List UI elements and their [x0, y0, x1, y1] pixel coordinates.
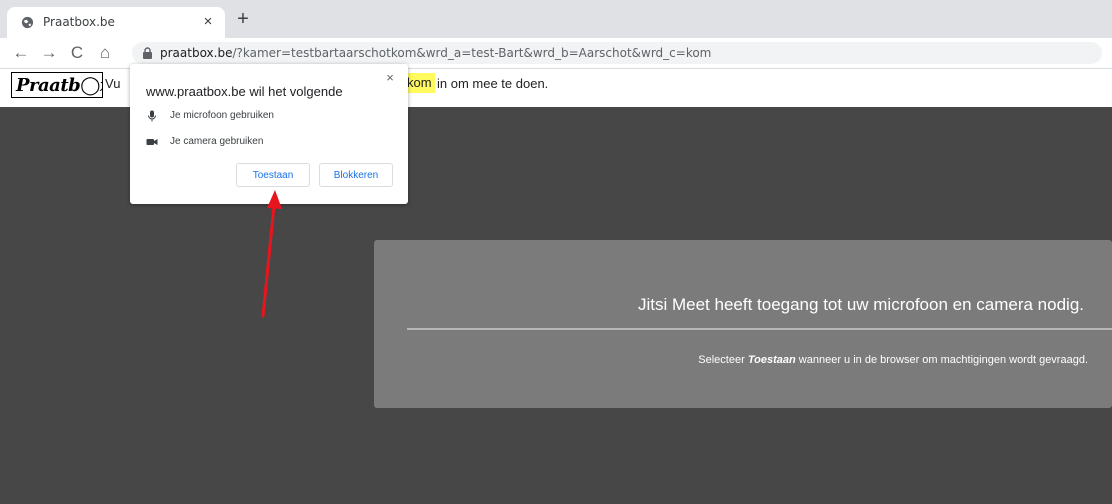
address-bar[interactable]: praatbox.be/?kamer=testbartaarschotkom&w… — [132, 42, 1102, 64]
globe-icon — [21, 16, 34, 29]
url-host: praatbox.be — [160, 46, 233, 60]
forward-arrow-icon[interactable]: → — [38, 42, 60, 64]
praatbox-logo[interactable]: Praatb◯x — [11, 72, 103, 98]
close-tab-icon[interactable]: × — [199, 13, 217, 31]
block-button[interactable]: Blokkeren — [319, 163, 393, 187]
permission-info-panel: Jitsi Meet heeft toegang tot uw microfoo… — [374, 240, 1112, 408]
camera-icon — [146, 139, 158, 145]
popup-title: www.praatbox.be wil het volgende — [146, 84, 343, 99]
browser-tab[interactable]: Praatbox.be × — [7, 7, 225, 38]
new-tab-icon[interactable]: + — [232, 9, 254, 31]
panel-sub-emphasis: Toestaan — [747, 354, 796, 366]
close-popup-icon[interactable]: × — [382, 70, 398, 86]
permission-label-camera: Je camera gebruiken — [170, 136, 264, 147]
header-text-after: in om mee te doen. — [437, 76, 549, 91]
permission-label-microphone: Je microfoon gebruiken — [170, 110, 274, 121]
panel-title: Jitsi Meet heeft toegang tot uw microfoo… — [637, 295, 1084, 314]
panel-divider — [407, 328, 1112, 330]
room-word-highlight: kom — [404, 73, 435, 93]
panel-sub-before: Selecteer — [698, 354, 745, 366]
panel-sub-after: wanneer u in de browser om machtigingen … — [798, 354, 1088, 366]
url-path: /?kamer=testbartaarschotkom&wrd_a=test-B… — [232, 46, 712, 60]
header-text-before: Vu — [105, 76, 121, 91]
tab-title: Praatbox.be — [43, 15, 115, 29]
back-arrow-icon[interactable]: ← — [10, 42, 32, 64]
url-text: praatbox.be/?kamer=testbartaarschotkom&w… — [160, 46, 711, 60]
panel-instruction: Selecteer Toestaan wanneer u in de brows… — [374, 354, 1088, 366]
browser-tab-strip: Praatbox.be × + — [0, 0, 1112, 38]
reload-icon[interactable]: C — [66, 42, 88, 64]
lock-icon[interactable] — [142, 47, 153, 59]
home-icon[interactable]: ⌂ — [94, 42, 116, 64]
permission-popup: www.praatbox.be wil het volgende × Je mi… — [130, 64, 408, 204]
allow-button[interactable]: Toestaan — [236, 163, 310, 187]
microphone-icon — [148, 110, 156, 122]
